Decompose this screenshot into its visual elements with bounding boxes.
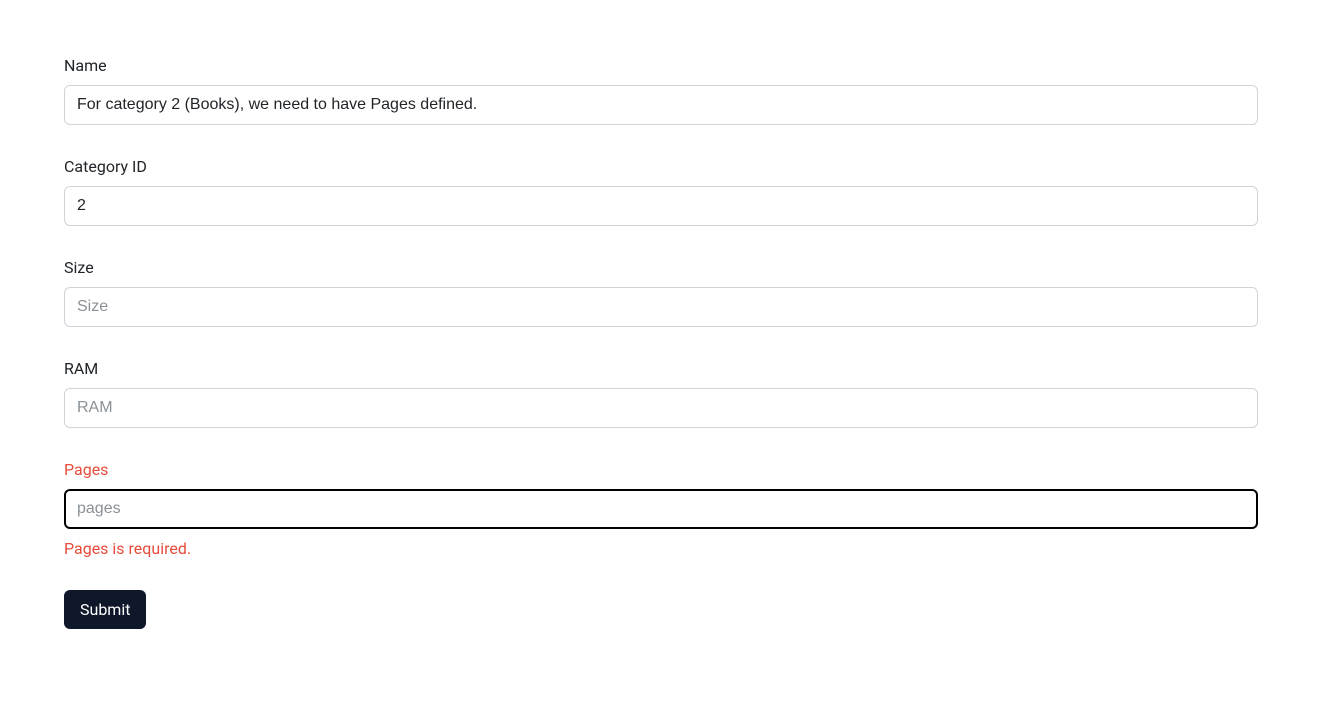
category-id-input[interactable]	[64, 186, 1258, 226]
name-label: Name	[64, 56, 1258, 75]
form-group-ram: RAM	[64, 359, 1258, 428]
size-input[interactable]	[64, 287, 1258, 327]
ram-label: RAM	[64, 359, 1258, 378]
pages-input[interactable]	[64, 489, 1258, 529]
form-group-category-id: Category ID	[64, 157, 1258, 226]
form-group-pages: Pages Pages is required.	[64, 460, 1258, 558]
pages-error-message: Pages is required.	[64, 539, 1258, 558]
form-group-size: Size	[64, 258, 1258, 327]
pages-label: Pages	[64, 460, 1258, 479]
form-group-name: Name	[64, 56, 1258, 125]
submit-button[interactable]: Submit	[64, 590, 146, 629]
category-id-label: Category ID	[64, 157, 1258, 176]
form-container: Name Category ID Size RAM Pages Pages is…	[64, 56, 1258, 629]
ram-input[interactable]	[64, 388, 1258, 428]
size-label: Size	[64, 258, 1258, 277]
name-input[interactable]	[64, 85, 1258, 125]
